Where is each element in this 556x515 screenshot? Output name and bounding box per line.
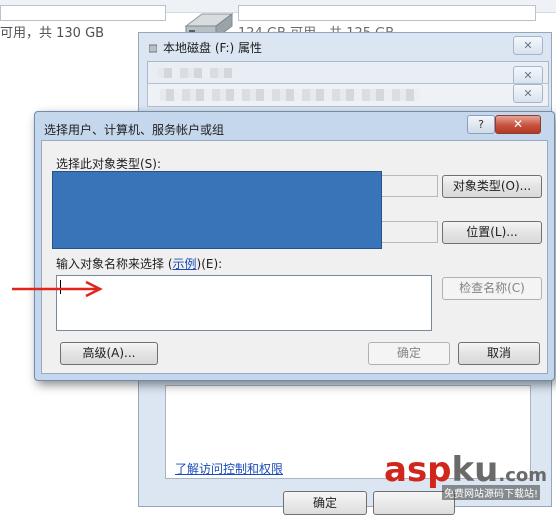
examples-link[interactable]: 示例 [173, 257, 197, 271]
help-button[interactable]: ? [467, 115, 495, 134]
dialog-title: 选择用户、计算机、服务帐户或组 [44, 123, 225, 137]
access-control-link[interactable]: 了解访问控制和权限 [175, 460, 283, 477]
drive-capacity-bar-right [238, 5, 536, 21]
select-users-dialog: 选择用户、计算机、服务帐户或组 ? ✕ 选择此对象类型(S): 对象类型(O).… [34, 111, 555, 381]
properties-close-button[interactable]: ✕ [513, 36, 543, 55]
stacked-window-2 [147, 83, 549, 107]
object-names-input[interactable] [56, 275, 432, 331]
red-arrow-annotation [12, 280, 103, 298]
locations-button[interactable]: 位置(L)... [442, 221, 542, 244]
redaction-box [52, 171, 382, 249]
dialog-close-button[interactable]: ✕ [495, 115, 541, 134]
stacked-window-2-close[interactable]: ✕ [513, 84, 543, 103]
watermark-logo: aspku.com [384, 450, 547, 490]
stacked-window-1 [147, 61, 549, 85]
dialog-body: 选择此对象类型(S): 对象类型(O)... 位置(L)... 输入对象名称来选… [41, 140, 548, 374]
watermark-tagline: 免费网站源码下载站! [442, 485, 541, 500]
object-type-label: 选择此对象类型(S): [56, 157, 162, 171]
drive-free-space-left: 可用，共 130 GB [0, 26, 105, 41]
check-names-button[interactable]: 检查名称(C) [442, 277, 542, 300]
ok-button[interactable]: 确定 [368, 342, 450, 365]
blurred-title-1 [158, 68, 238, 78]
advanced-button[interactable]: 高级(A)... [60, 342, 158, 365]
properties-ok-button[interactable]: 确定 [283, 491, 367, 515]
cancel-button[interactable]: 取消 [458, 342, 540, 365]
blurred-title-2 [160, 89, 420, 101]
drive-small-icon [149, 44, 157, 53]
aspku-watermark: aspku.com 免费网站源码下载站! [384, 448, 556, 505]
object-types-button[interactable]: 对象类型(O)... [442, 175, 542, 198]
drive-capacity-bar-left [0, 5, 166, 21]
enter-names-label: 输入对象名称来选择 (示例)(E): [56, 257, 223, 271]
